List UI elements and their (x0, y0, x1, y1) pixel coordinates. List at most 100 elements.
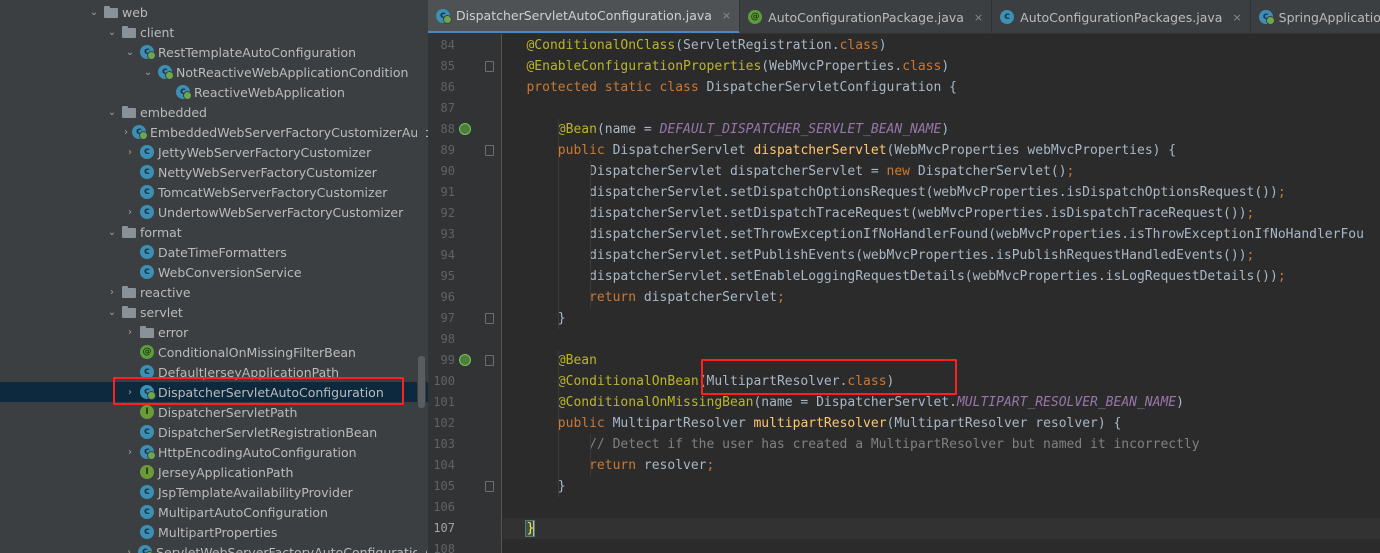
gutter-line[interactable]: 101 (428, 392, 502, 413)
tree-item[interactable]: ⌄ embedded (0, 102, 428, 122)
tree-item[interactable]: ›ConditionalOnMissingFilterBean (0, 342, 428, 362)
tree-item[interactable]: › HttpEncodingAutoConfiguration (0, 442, 428, 462)
chevron-right-icon[interactable]: › (106, 282, 118, 302)
code-line[interactable]: DispatcherServlet dispatcherServlet = ne… (503, 161, 1380, 182)
gutter-line[interactable]: 103 (428, 434, 502, 455)
chevron-down-icon[interactable]: ⌄ (106, 302, 118, 322)
fold-marker-icon[interactable] (485, 481, 494, 492)
tree-item[interactable]: ⌄ RestTemplateAutoConfiguration (0, 42, 428, 62)
gutter-line[interactable]: 84 (428, 35, 502, 56)
code-line[interactable]: @ConditionalOnMissingBean(name = Dispatc… (503, 392, 1380, 413)
code-line[interactable]: protected static class DispatcherServlet… (503, 77, 1380, 98)
chevron-down-icon[interactable]: ⌄ (106, 22, 118, 42)
tree-item[interactable]: ›MultipartProperties (0, 522, 428, 542)
gutter-line[interactable]: 104 (428, 455, 502, 476)
code-line[interactable]: @ConditionalOnBean(MultipartResolver.cla… (503, 371, 1380, 392)
code-line[interactable] (503, 539, 1380, 553)
chevron-down-icon[interactable]: ⌄ (142, 62, 154, 82)
editor-tab[interactable]: SpringApplication.class× (1251, 0, 1380, 33)
gutter-line[interactable]: 85 (428, 56, 502, 77)
gutter-line[interactable]: 100 (428, 371, 502, 392)
fold-marker-icon[interactable] (485, 61, 494, 72)
code-line[interactable] (503, 98, 1380, 119)
tree-item[interactable]: ›DispatcherServletPath (0, 402, 428, 422)
editor-tab[interactable]: AutoConfigurationPackages.java × (992, 0, 1251, 33)
code-line[interactable]: dispatcherServlet.setPublishEvents(webMv… (503, 245, 1380, 266)
code-line[interactable]: return dispatcherServlet; (503, 287, 1380, 308)
code-line[interactable] (503, 497, 1380, 518)
fold-marker-icon[interactable] (485, 313, 494, 324)
code-line[interactable]: } (503, 308, 1380, 329)
code-editor[interactable]: @ConditionalOnClass(ServletRegistration.… (503, 34, 1380, 553)
code-line[interactable]: return resolver; (503, 455, 1380, 476)
editor-tab[interactable]: DispatcherServletAutoConfiguration.java × (428, 0, 741, 33)
spring-bean-gutter-icon[interactable] (459, 354, 471, 366)
chevron-right-icon[interactable]: › (124, 202, 136, 222)
chevron-right-icon[interactable]: › (124, 122, 128, 142)
chevron-right-icon[interactable]: › (124, 322, 136, 342)
chevron-down-icon[interactable]: ⌄ (106, 222, 118, 242)
chevron-right-icon[interactable]: › (124, 142, 136, 162)
tree-item[interactable]: › UndertowWebServerFactoryCustomizer (0, 202, 428, 222)
code-line[interactable]: dispatcherServlet.setThrowExceptionIfNoH… (503, 224, 1380, 245)
close-icon[interactable]: × (974, 11, 983, 24)
code-line[interactable]: dispatcherServlet.setDispatchOptionsRequ… (503, 182, 1380, 203)
code-line[interactable]: dispatcherServlet.setEnableLoggingReques… (503, 266, 1380, 287)
tree-item[interactable]: ›DefaultJerseyApplicationPath (0, 362, 428, 382)
chevron-down-icon[interactable]: ⌄ (88, 2, 100, 22)
tree-item[interactable]: ›JspTemplateAvailabilityProvider (0, 482, 428, 502)
gutter-line[interactable]: 87 (428, 98, 502, 119)
tree-item-selected[interactable]: › DispatcherServletAutoConfiguration (0, 382, 428, 402)
tree-item[interactable]: ⌄ servlet (0, 302, 428, 322)
code-line[interactable]: public DispatcherServlet dispatcherServl… (503, 140, 1380, 161)
chevron-down-icon[interactable]: ⌄ (106, 102, 118, 122)
code-line[interactable]: dispatcherServlet.setDispatchTraceReques… (503, 203, 1380, 224)
code-line[interactable]: } (503, 476, 1380, 497)
fold-marker-icon[interactable] (485, 145, 494, 156)
tree-item[interactable]: › error (0, 322, 428, 342)
gutter-line[interactable]: 108 (428, 539, 502, 553)
close-icon[interactable]: × (1232, 11, 1241, 24)
tree-item[interactable]: ›TomcatWebServerFactoryCustomizer (0, 182, 428, 202)
gutter-line[interactable]: 107 (428, 518, 502, 539)
tree-item[interactable]: › JettyWebServerFactoryCustomizer (0, 142, 428, 162)
tree-item[interactable]: › reactive (0, 282, 428, 302)
gutter-line[interactable]: 99 (428, 350, 502, 371)
code-line[interactable]: @Bean(name = DEFAULT_DISPATCHER_SERVLET_… (503, 119, 1380, 140)
code-line[interactable]: @Bean (503, 350, 1380, 371)
gutter-line[interactable]: 90 (428, 161, 502, 182)
gutter-line[interactable]: 98 (428, 329, 502, 350)
gutter-line[interactable]: 86 (428, 77, 502, 98)
code-line[interactable]: public MultipartResolver multipartResolv… (503, 413, 1380, 434)
tree-item[interactable]: ›DispatcherServletRegistrationBean (0, 422, 428, 442)
code-line[interactable]: } (503, 518, 1380, 539)
tree-item[interactable]: › EmbeddedWebServerFactoryCustomizerAutoC (0, 122, 428, 142)
gutter-line[interactable]: 102 (428, 413, 502, 434)
gutter-line[interactable]: 92 (428, 203, 502, 224)
code-line[interactable]: // Detect if the user has created a Mult… (503, 434, 1380, 455)
code-line[interactable] (503, 329, 1380, 350)
tree-item[interactable]: › ServletWebServerFactoryAutoConfiguratio… (0, 542, 428, 553)
gutter-line[interactable]: 94 (428, 245, 502, 266)
code-line[interactable]: @ConditionalOnClass(ServletRegistration.… (503, 35, 1380, 56)
project-tree-scrollbar[interactable] (417, 0, 426, 553)
gutter-line[interactable]: 106 (428, 497, 502, 518)
chevron-right-icon[interactable]: › (124, 382, 136, 402)
editor-tab[interactable]: AutoConfigurationPackage.java × (740, 0, 993, 33)
gutter-line[interactable]: 93 (428, 224, 502, 245)
gutter-line[interactable]: 96 (428, 287, 502, 308)
tree-item[interactable]: ⌄ web (0, 2, 428, 22)
gutter-line[interactable]: 97 (428, 308, 502, 329)
gutter-line[interactable]: 89 (428, 140, 502, 161)
tree-item[interactable]: ›ReactiveWebApplication (0, 82, 428, 102)
code-line[interactable]: @EnableConfigurationProperties(WebMvcPro… (503, 56, 1380, 77)
chevron-right-icon[interactable]: › (124, 442, 136, 462)
tree-item[interactable]: ⌄ NotReactiveWebApplicationCondition (0, 62, 428, 82)
tree-item[interactable]: ›NettyWebServerFactoryCustomizer (0, 162, 428, 182)
chevron-down-icon[interactable]: ⌄ (124, 42, 136, 62)
gutter-line[interactable]: 88 (428, 119, 502, 140)
tree-item[interactable]: ›DateTimeFormatters (0, 242, 428, 262)
gutter-line[interactable]: 105 (428, 476, 502, 497)
project-tree-scrollbar-thumb[interactable] (418, 356, 425, 408)
close-icon[interactable]: × (722, 9, 731, 22)
